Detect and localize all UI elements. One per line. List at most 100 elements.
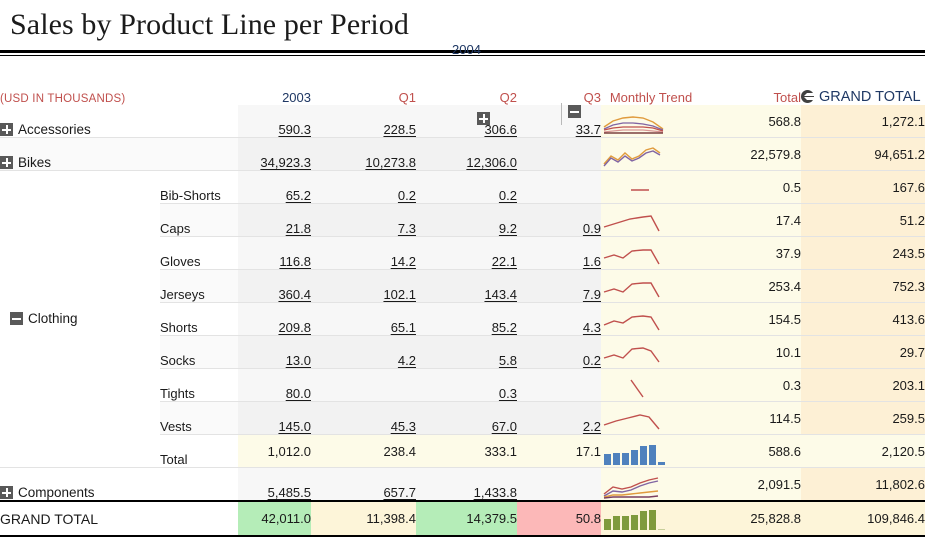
header-monthly-trend[interactable]: Monthly Trend xyxy=(601,60,701,105)
grand-total-q1: 11,398.4 xyxy=(311,500,416,537)
row-group-clothing[interactable]: Clothing xyxy=(0,170,160,468)
cell-q1[interactable]: 657.7 xyxy=(311,467,416,502)
table-row[interactable]: Bikes 34,923.3 10,273.8 12,306.0 22,579.… xyxy=(0,137,925,171)
cell-q2[interactable]: 0.3 xyxy=(416,368,517,402)
grand-total-total: 25,828.8 xyxy=(701,500,801,537)
cell-q3[interactable]: 33.7 xyxy=(517,105,601,138)
expand-bikes-icon[interactable] xyxy=(0,156,13,169)
table-row[interactable]: Clothing Bib-Shorts 65.2 0.2 0.2 0.5 167… xyxy=(0,170,925,468)
cell-2003[interactable]: 80.0 xyxy=(238,368,311,402)
cell-q1[interactable]: 45.3 xyxy=(311,401,416,435)
cell-q1[interactable]: 0.2 xyxy=(311,170,416,204)
header-total[interactable]: Total xyxy=(701,60,801,105)
cell-q2[interactable]: 0.2 xyxy=(416,170,517,204)
cell-value: 65.1 xyxy=(390,320,416,335)
row-label-caps[interactable]: Caps xyxy=(160,203,238,237)
row-label-socks[interactable]: Socks xyxy=(160,335,238,369)
cell-q3[interactable]: 4.3 xyxy=(517,302,601,336)
header-divider xyxy=(561,103,562,125)
minus-icon xyxy=(568,105,581,119)
cell-2003[interactable]: 360.4 xyxy=(238,269,311,303)
cell-q1[interactable]: 7.3 xyxy=(311,203,416,237)
cell-q2[interactable]: 143.4 xyxy=(416,269,517,303)
cell-q3[interactable] xyxy=(517,368,601,402)
header-2003[interactable]: 2003 xyxy=(238,60,581,126)
cell-2003[interactable]: 116.8 xyxy=(238,236,311,270)
cell-q3[interactable]: 0.2 xyxy=(517,335,601,369)
plus-icon xyxy=(477,112,490,126)
grand-total-label: GRAND TOTAL xyxy=(0,500,238,537)
header-q3[interactable]: Q3 xyxy=(517,60,601,105)
row-label-tights[interactable]: Tights xyxy=(160,368,238,402)
cell-2003[interactable]: 21.8 xyxy=(238,203,311,237)
cell-2003[interactable]: 5,485.5 xyxy=(238,467,311,502)
cell-q3[interactable] xyxy=(517,467,601,502)
cell-value: 5,485.5 xyxy=(267,485,311,500)
cell-q3[interactable]: 0.9 xyxy=(517,203,601,237)
cell-q3[interactable] xyxy=(517,170,601,204)
cell-q1[interactable]: 10,273.8 xyxy=(311,137,416,171)
cell-2003[interactable]: 65.2 xyxy=(238,170,311,204)
row-label-accessories[interactable]: Accessories xyxy=(0,105,238,138)
sort-toggle-icon[interactable] xyxy=(801,90,817,103)
row-label-shorts[interactable]: Shorts xyxy=(160,302,238,336)
row-label-vests[interactable]: Vests xyxy=(160,401,238,435)
cell-total: 588.6 xyxy=(701,434,801,468)
cell-q1[interactable] xyxy=(311,368,416,402)
cell-2003[interactable]: 13.0 xyxy=(238,335,311,369)
row-label-gloves[interactable]: Gloves xyxy=(160,236,238,270)
cell-q1[interactable]: 4.2 xyxy=(311,335,416,369)
table-body: Accessories 590.3 228.5 306.6 33.7 568.8 xyxy=(0,105,925,537)
cell-grand-total: 167.6 xyxy=(801,170,925,204)
cell-q3[interactable]: 2.2 xyxy=(517,401,601,435)
cell-grand-total: 29.7 xyxy=(801,335,925,369)
cell-value: 0.2 xyxy=(498,188,517,203)
expand-components-icon[interactable] xyxy=(0,486,13,499)
cell-value: 228.5 xyxy=(383,122,416,137)
cell-q1[interactable]: 228.5 xyxy=(311,105,416,138)
cell-2003[interactable]: 590.3 xyxy=(238,105,311,138)
page-title: Sales by Product Line per Period xyxy=(10,8,409,41)
cell-2003[interactable]: 145.0 xyxy=(238,401,311,435)
sparkline-socks xyxy=(601,335,701,369)
row-label-components[interactable]: Components xyxy=(0,467,238,502)
cell-q2[interactable]: 1,433.8 xyxy=(416,467,517,502)
cell-q2[interactable]: 306.6 xyxy=(416,105,517,138)
collapse-2004-button[interactable] xyxy=(568,103,581,119)
cell-q2[interactable]: 67.0 xyxy=(416,401,517,435)
cell-q1[interactable]: 65.1 xyxy=(311,302,416,336)
sparkline-jerseys xyxy=(601,269,701,303)
expand-accessories-icon[interactable] xyxy=(0,123,13,136)
cell-q2[interactable]: 22.1 xyxy=(416,236,517,270)
header-q1[interactable]: Q1 xyxy=(311,60,416,105)
grand-total-q3: 50.8 xyxy=(517,500,601,537)
cell-q2[interactable]: 9.2 xyxy=(416,203,517,237)
cell-q3[interactable]: 7.9 xyxy=(517,269,601,303)
cell-grand-total: 413.6 xyxy=(801,302,925,336)
cell-grand-total: 2,120.5 xyxy=(801,434,925,468)
cell-2003[interactable]: 209.8 xyxy=(238,302,311,336)
row-label-jerseys[interactable]: Jerseys xyxy=(160,269,238,303)
header-grand-total[interactable]: GRAND TOTAL xyxy=(801,60,925,105)
cell-q3[interactable]: 1.6 xyxy=(517,236,601,270)
cell-q2[interactable]: 5.8 xyxy=(416,335,517,369)
cell-value: 21.8 xyxy=(285,221,311,236)
cell-q1[interactable]: 102.1 xyxy=(311,269,416,303)
row-label-bib-shorts[interactable]: Bib-Shorts xyxy=(160,170,238,204)
cell-q1[interactable]: 14.2 xyxy=(311,236,416,270)
cell-total: 0.3 xyxy=(701,368,801,402)
cell-2003[interactable]: 34,923.3 xyxy=(238,137,311,171)
header-q2[interactable]: 2004 Q2 xyxy=(416,42,517,105)
table-row[interactable]: Components 5,485.5 657.7 1,433.8 2,091.5… xyxy=(0,467,925,502)
cell-value: 7.9 xyxy=(582,287,601,302)
expand-2003-button[interactable] xyxy=(477,110,490,126)
cell-q3[interactable] xyxy=(517,137,601,171)
collapse-clothing-icon[interactable] xyxy=(10,312,23,326)
sparkline-vests xyxy=(601,401,701,435)
cell-grand-total: 94,651.2 xyxy=(801,137,925,171)
table-row[interactable]: Accessories 590.3 228.5 306.6 33.7 568.8 xyxy=(0,105,925,138)
cell-q2[interactable]: 12,306.0 xyxy=(416,137,517,171)
cell-q3: 17.1 xyxy=(517,434,601,468)
cell-q2[interactable]: 85.2 xyxy=(416,302,517,336)
row-label-bikes[interactable]: Bikes xyxy=(0,137,238,171)
